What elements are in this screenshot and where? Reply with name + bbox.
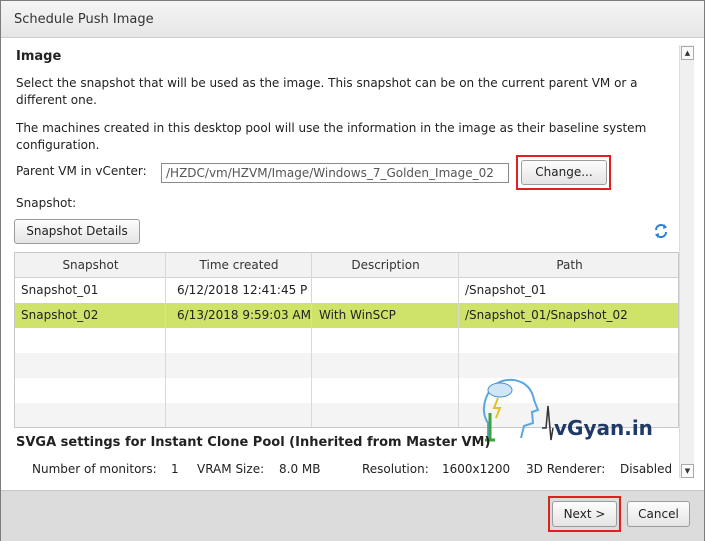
snapshot-label: Snapshot: xyxy=(16,196,77,210)
cell-path: /Snapshot_01/Snapshot_02 xyxy=(465,308,628,322)
resolution-value: 1600x1200 xyxy=(442,462,511,476)
cell-description: With WinSCP xyxy=(319,308,396,322)
col-header-time-created[interactable]: Time created xyxy=(166,253,312,277)
image-heading: Image xyxy=(16,49,62,64)
scroll-down-icon[interactable]: ▼ xyxy=(681,464,694,478)
dialog-titlebar[interactable]: Schedule Push Image xyxy=(1,1,704,38)
schedule-push-image-dialog: Schedule Push Image Image Select the sna… xyxy=(0,0,705,541)
image-description-2: The machines created in this desktop poo… xyxy=(16,121,647,152)
table-header: Snapshot Time created Description Path xyxy=(15,253,678,278)
col-header-snapshot[interactable]: Snapshot xyxy=(15,253,166,277)
column-divider xyxy=(311,253,312,427)
cancel-button[interactable]: Cancel xyxy=(627,501,690,527)
vram-label: VRAM Size: xyxy=(197,462,265,476)
next-button[interactable]: Next > xyxy=(552,501,617,527)
refresh-icon[interactable] xyxy=(653,223,669,239)
cell-time-created: 6/13/2018 9:59:03 AM xyxy=(177,308,311,322)
dialog-title: Schedule Push Image xyxy=(14,12,154,27)
scroll-up-icon[interactable]: ▲ xyxy=(681,46,694,60)
monitors-value: 1 xyxy=(171,462,179,476)
cell-snapshot: Snapshot_02 xyxy=(21,308,99,322)
column-divider xyxy=(165,253,166,427)
dialog-content: Image Select the snapshot that will be u… xyxy=(1,38,681,490)
vgyan-logo-watermark: vGyan.in xyxy=(482,378,653,443)
parent-vm-label: Parent VM in vCenter: xyxy=(16,164,147,178)
parent-vm-field: /HZDC/vm/HZVM/Image/Windows_7_Golden_Ima… xyxy=(161,163,509,183)
table-row-empty xyxy=(15,328,678,353)
dialog-footer: Next > Cancel xyxy=(1,490,704,541)
col-header-path[interactable]: Path xyxy=(459,253,678,277)
cell-snapshot: Snapshot_01 xyxy=(21,283,99,297)
change-button[interactable]: Change... xyxy=(521,160,607,185)
col-header-description[interactable]: Description xyxy=(312,253,459,277)
content-scrollbar[interactable]: ▲ ▼ xyxy=(679,45,694,478)
renderer-value: Disabled xyxy=(620,462,673,476)
watermark-text: vGyan.in xyxy=(554,416,653,440)
image-description-1: Select the snapshot that will be used as… xyxy=(16,76,638,107)
cell-description xyxy=(312,278,459,302)
resolution-label: Resolution: xyxy=(362,462,429,476)
svga-heading: SVGA settings for Instant Clone Pool (In… xyxy=(16,435,491,450)
cell-time-created: 6/12/2018 12:41:45 P xyxy=(177,283,308,297)
vram-value: 8.0 MB xyxy=(279,462,321,476)
snapshot-details-button[interactable]: Snapshot Details xyxy=(14,219,140,244)
renderer-label: 3D Renderer: xyxy=(526,462,606,476)
column-divider xyxy=(458,253,459,427)
monitors-label: Number of monitors: xyxy=(32,462,157,476)
table-row-selected[interactable]: Snapshot_02 6/13/2018 9:59:03 AM With Wi… xyxy=(15,303,678,328)
cell-path: /Snapshot_01 xyxy=(465,283,547,297)
table-row[interactable]: Snapshot_01 6/12/2018 12:41:45 P /Snapsh… xyxy=(15,278,678,303)
